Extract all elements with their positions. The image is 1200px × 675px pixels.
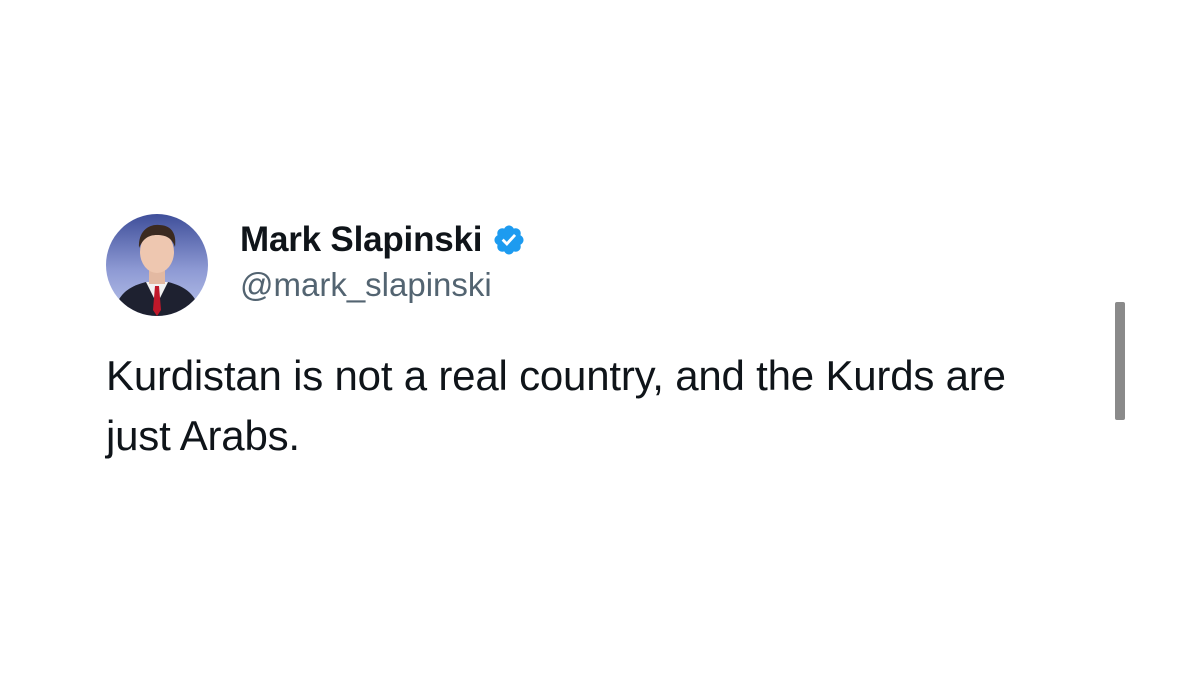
avatar-photo [106,214,208,316]
scrollbar[interactable] [1115,302,1125,420]
avatar[interactable] [106,214,208,316]
author-handle[interactable]: @mark_slapinski [240,266,526,304]
name-row: Mark Slapinski [240,220,526,260]
verified-badge-icon [492,223,526,257]
tweet-text: Kurdistan is not a real country, and the… [106,352,1006,459]
screen: Mark Slapinski @mark_slapinski Kurdistan… [0,0,1200,675]
tweet-header: Mark Slapinski @mark_slapinski [106,214,1066,316]
author-display-name[interactable]: Mark Slapinski [240,220,483,260]
author-info: Mark Slapinski @mark_slapinski [240,220,526,304]
tweet-card[interactable]: Mark Slapinski @mark_slapinski Kurdistan… [106,214,1066,466]
